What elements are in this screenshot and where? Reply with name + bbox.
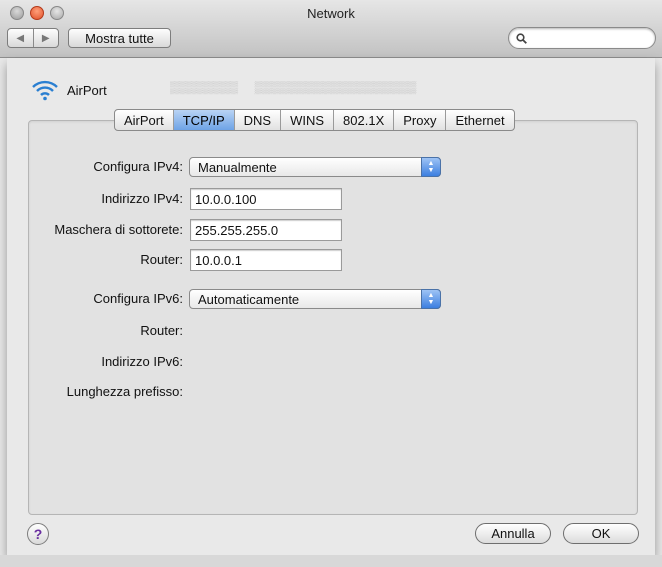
tab-dns[interactable]: DNS <box>235 110 282 130</box>
tab-tcpip[interactable]: TCP/IP <box>173 110 235 130</box>
tab-airport[interactable]: AirPort <box>115 110 174 130</box>
popup-arrows-icon: ▲ ▼ <box>421 157 441 177</box>
ipv6-address-label: Indirizzo IPv6: <box>101 354 183 369</box>
airport-icon <box>32 80 58 101</box>
tab-content-panel <box>28 120 638 515</box>
help-button[interactable]: ? <box>27 523 49 545</box>
ghost-background: ▒▒▒▒▒▒▒▒ ▒▒▒▒▒▒▒▒▒▒▒▒▒▒▒▒▒▒▒ <box>170 80 417 94</box>
help-icon: ? <box>33 526 43 542</box>
show-all-button[interactable]: Mostra tutte <box>68 28 171 48</box>
configure-ipv4-value: Manualmente <box>198 159 277 175</box>
tab-bar: AirPort TCP/IP DNS WINS 802.1X Proxy Eth… <box>114 109 515 131</box>
tab-wins[interactable]: WINS <box>281 110 335 130</box>
back-icon: ◀ <box>16 32 25 44</box>
ipv4-address-label: Indirizzo IPv4: <box>101 191 183 206</box>
search-field[interactable] <box>508 27 656 49</box>
window-toolbar: Network ◀ ▶ Mostra tutte <box>0 0 662 58</box>
subnet-mask-field[interactable]: 255.255.255.0 <box>190 219 342 241</box>
configure-ipv6-label: Configura IPv6: <box>93 291 183 306</box>
forward-button[interactable]: ▶ <box>34 29 59 47</box>
subnet-mask-label: Maschera di sottorete: <box>54 222 183 237</box>
back-button[interactable]: ◀ <box>8 29 34 47</box>
ok-button[interactable]: OK <box>563 523 639 544</box>
search-input[interactable] <box>531 30 651 46</box>
window-bottom-bar <box>0 555 662 567</box>
advanced-settings-sheet: ▒▒▒▒▒▒▒▒ ▒▒▒▒▒▒▒▒▒▒▒▒▒▒▒▒▒▒▒ AirPort Air… <box>7 58 655 555</box>
search-icon <box>516 32 527 44</box>
interface-name: AirPort <box>67 83 107 98</box>
configure-ipv6-popup[interactable]: Automaticamente ▲ ▼ <box>189 289 441 309</box>
configure-ipv6-value: Automaticamente <box>198 291 300 307</box>
forward-icon: ▶ <box>41 32 50 44</box>
popup-arrows-icon: ▲ ▼ <box>421 289 441 309</box>
prefix-length-label: Lunghezza prefisso: <box>66 384 183 399</box>
tab-ethernet[interactable]: Ethernet <box>446 110 513 130</box>
tab-8021x[interactable]: 802.1X <box>334 110 395 130</box>
configure-ipv4-label: Configura IPv4: <box>93 159 183 174</box>
ipv4-router-field[interactable]: 10.0.0.1 <box>190 249 342 271</box>
window-title: Network <box>307 6 355 21</box>
ipv4-address-field[interactable]: 10.0.0.100 <box>190 188 342 210</box>
back-forward-control: ◀ ▶ <box>7 28 59 48</box>
cancel-button[interactable]: Annulla <box>475 523 551 544</box>
ipv6-router-label: Router: <box>140 323 183 338</box>
tab-proxy[interactable]: Proxy <box>394 110 447 130</box>
ipv4-router-label: Router: <box>140 252 183 267</box>
configure-ipv4-popup[interactable]: Manualmente ▲ ▼ <box>189 157 441 177</box>
